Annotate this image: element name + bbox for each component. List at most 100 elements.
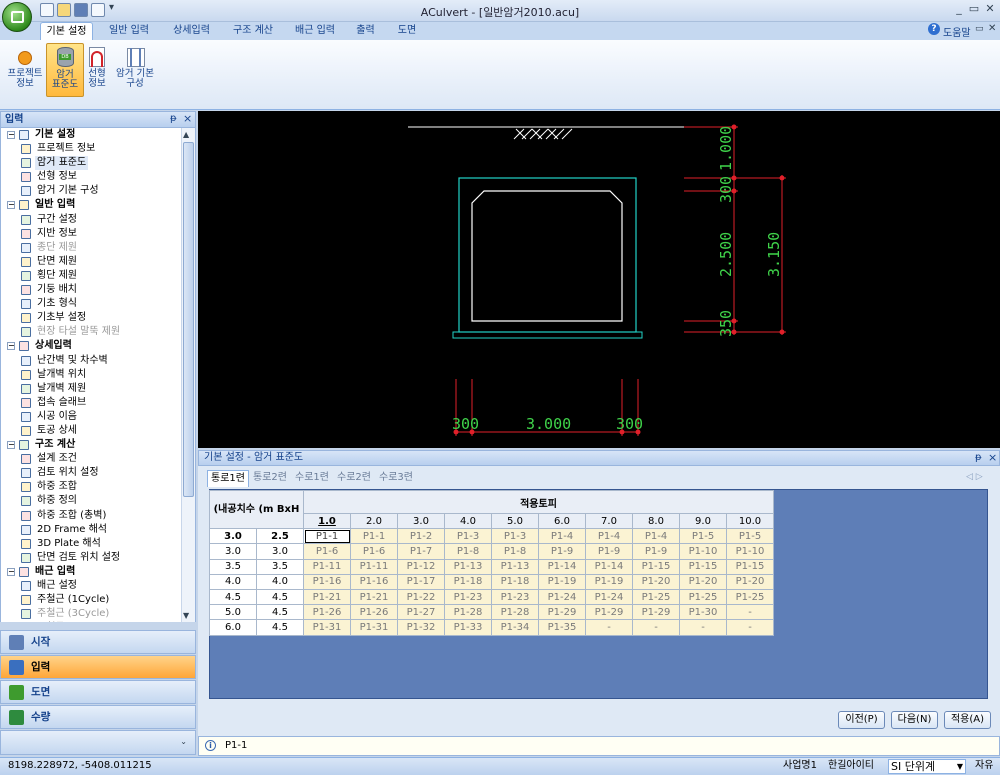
- tree-item[interactable]: 하중 조합: [1, 480, 195, 494]
- standard-cell[interactable]: -: [726, 619, 774, 636]
- tree-item[interactable]: 기둥 배치: [1, 283, 195, 297]
- cover-column-header[interactable]: 4.0: [444, 512, 492, 530]
- standard-cell[interactable]: P1-7: [397, 543, 445, 560]
- culvert-basic-config-button[interactable]: 암거 기본 구성: [112, 43, 158, 97]
- standard-cell[interactable]: P1-15: [679, 558, 727, 575]
- pin-icon[interactable]: ᵽ: [975, 452, 982, 463]
- tree-group[interactable]: − 배근 입력: [1, 565, 195, 579]
- cover-column-header[interactable]: 2.0: [350, 512, 398, 530]
- cover-column-header[interactable]: 3.0: [397, 512, 445, 530]
- standard-cell[interactable]: -: [585, 619, 633, 636]
- nav-start-button[interactable]: 시작: [0, 630, 196, 654]
- cover-column-header[interactable]: 8.0: [632, 512, 680, 530]
- tree-item[interactable]: 설계 조건: [1, 452, 195, 466]
- tree-item[interactable]: 선형 정보: [1, 170, 195, 184]
- standard-cell[interactable]: P1-21: [350, 588, 398, 606]
- cover-column-header[interactable]: 7.0: [585, 512, 633, 530]
- standard-cell[interactable]: P1-8: [491, 543, 539, 560]
- standard-cell[interactable]: P1-12: [397, 558, 445, 575]
- tree-item[interactable]: 검토 위치 설정: [1, 466, 195, 480]
- tree-item[interactable]: 현장 타설 말뚝 제원: [1, 325, 195, 339]
- standard-cell[interactable]: P1-1: [303, 528, 351, 545]
- tree-item[interactable]: 3D Plate 해석: [1, 537, 195, 551]
- tree-item[interactable]: 구간 설정: [1, 213, 195, 227]
- standard-cell[interactable]: -: [726, 604, 774, 621]
- tree-scrollbar[interactable]: ▲ ▼: [181, 128, 195, 622]
- standard-cell[interactable]: P1-5: [679, 528, 727, 545]
- standard-cell[interactable]: P1-35: [538, 619, 586, 636]
- standard-cell[interactable]: P1-15: [632, 558, 680, 575]
- standard-cell[interactable]: P1-1: [350, 528, 398, 545]
- collapse-icon[interactable]: −: [7, 342, 15, 351]
- cover-column-header[interactable]: 5.0: [491, 512, 539, 530]
- tree-item[interactable]: 주철근 (1Cycle): [1, 593, 195, 607]
- standard-cell[interactable]: P1-11: [303, 558, 351, 575]
- standard-cell[interactable]: P1-18: [444, 573, 492, 590]
- standard-cell[interactable]: P1-19: [538, 573, 586, 590]
- standard-cell[interactable]: P1-23: [491, 588, 539, 606]
- apply-button[interactable]: 적용(A): [944, 711, 991, 729]
- standard-cell[interactable]: P1-5: [726, 528, 774, 545]
- standard-cell[interactable]: P1-14: [585, 558, 633, 575]
- standard-cell[interactable]: P1-16: [303, 573, 351, 590]
- standard-cell[interactable]: P1-6: [303, 543, 351, 560]
- minimize-icon[interactable]: _: [951, 3, 967, 17]
- cover-column-header[interactable]: 9.0: [679, 512, 727, 530]
- unit-select[interactable]: SI 단위계 ▼: [888, 759, 966, 774]
- tree-item[interactable]: 하중 정의: [1, 494, 195, 508]
- tree-item[interactable]: 접속 슬래브: [1, 396, 195, 410]
- standard-cell[interactable]: P1-24: [538, 588, 586, 606]
- snap-mode[interactable]: 자유: [975, 759, 993, 774]
- standard-cell[interactable]: P1-25: [679, 588, 727, 606]
- input-tree[interactable]: − 기본 설정 프로젝트 정보 암거 표준도 선형 정보 암거 기본 구성 − 일반 입력 구간…: [0, 128, 196, 622]
- restore-icon[interactable]: ▭: [966, 3, 982, 17]
- tab-basic-settings[interactable]: 기본 설정: [40, 22, 93, 40]
- standard-cell[interactable]: P1-28: [491, 604, 539, 621]
- standard-cell[interactable]: P1-2: [397, 528, 445, 545]
- nav-drawing-button[interactable]: 도면: [0, 680, 196, 704]
- help-label[interactable]: 도움말: [943, 24, 971, 39]
- standard-cell[interactable]: P1-27: [397, 604, 445, 621]
- standard-cell[interactable]: P1-9: [585, 543, 633, 560]
- cover-column-header[interactable]: 1.0: [303, 512, 351, 530]
- tree-item[interactable]: 횡단 제원: [1, 269, 195, 283]
- cover-column-header[interactable]: 10.0: [726, 512, 774, 530]
- standard-cell[interactable]: P1-22: [397, 588, 445, 606]
- tab-detail-input[interactable]: 상세입력: [164, 22, 219, 40]
- standard-cell[interactable]: P1-3: [491, 528, 539, 545]
- standard-cell[interactable]: P1-24: [585, 588, 633, 606]
- standard-cell[interactable]: P1-26: [350, 604, 398, 621]
- panel-close-icon[interactable]: ×: [183, 112, 192, 125]
- tree-item[interactable]: 지반 정보: [1, 227, 195, 241]
- standard-cell[interactable]: -: [679, 619, 727, 636]
- collapse-icon[interactable]: −: [7, 567, 15, 576]
- tree-item[interactable]: 2D Frame 해석: [1, 523, 195, 537]
- standard-cell[interactable]: P1-18: [491, 573, 539, 590]
- standard-cell[interactable]: P1-9: [538, 543, 586, 560]
- prev-button[interactable]: 이전(P): [838, 711, 885, 729]
- standard-cell[interactable]: P1-20: [726, 573, 774, 590]
- standard-cell[interactable]: P1-8: [444, 543, 492, 560]
- tree-item[interactable]: 배근 설정: [1, 579, 195, 593]
- tab-general-input[interactable]: 일반 입력: [99, 22, 159, 40]
- tree-item[interactable]: 하중 조합 (총벽): [1, 509, 195, 523]
- panel-close-icon[interactable]: ×: [988, 451, 997, 464]
- standard-cell[interactable]: P1-16: [350, 573, 398, 590]
- standard-cell[interactable]: P1-25: [726, 588, 774, 606]
- tab-drawing[interactable]: 도면: [388, 22, 426, 40]
- standard-cell[interactable]: P1-13: [491, 558, 539, 575]
- tree-item[interactable]: 주철근 (3Cycle): [1, 607, 195, 621]
- pin-icon[interactable]: ᵽ: [170, 113, 177, 124]
- tree-group[interactable]: − 일반 입력: [1, 198, 195, 212]
- tab-passage-2[interactable]: 통로2련: [250, 470, 290, 487]
- tab-output[interactable]: 출력: [348, 22, 383, 40]
- drawing-canvas[interactable]: 1.000 300 2.500 350 3.150 300 3.000 300: [198, 111, 1000, 448]
- standard-cell[interactable]: P1-11: [350, 558, 398, 575]
- tree-item[interactable]: 암거 기본 구성: [1, 184, 195, 198]
- close-icon[interactable]: ✕: [982, 3, 998, 17]
- standard-cell[interactable]: P1-15: [726, 558, 774, 575]
- tab-channel-1[interactable]: 수로1련: [292, 470, 332, 487]
- standard-cell[interactable]: P1-32: [397, 619, 445, 636]
- tree-item[interactable]: 단면 제원: [1, 255, 195, 269]
- standard-cell[interactable]: P1-9: [632, 543, 680, 560]
